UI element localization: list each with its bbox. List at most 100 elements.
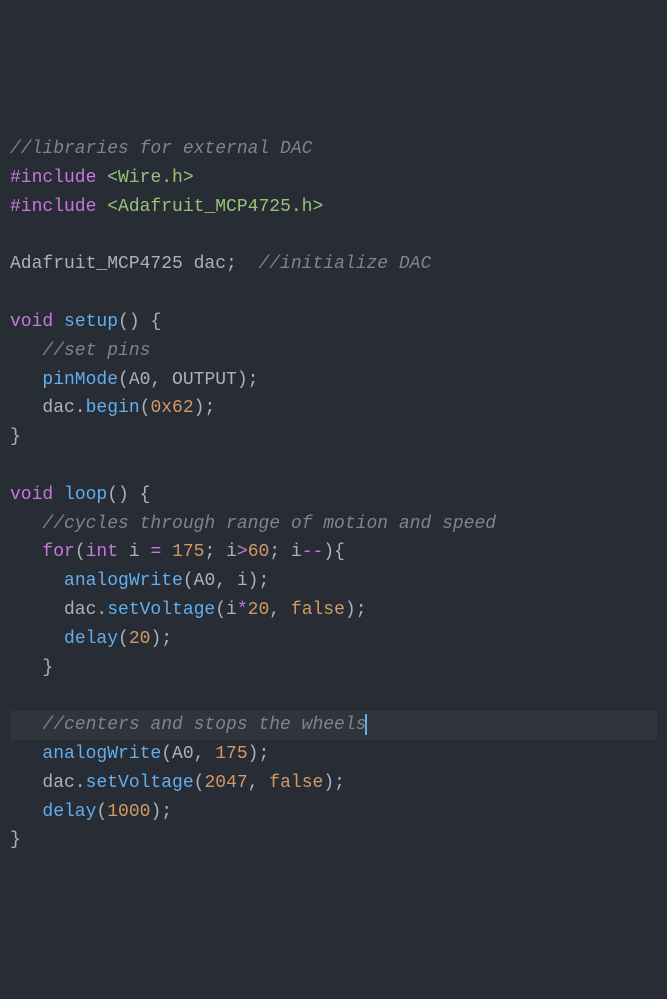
code-token: , (248, 773, 270, 793)
code-token: 0x62 (150, 398, 193, 418)
code-token: 20 (129, 629, 151, 649)
code-token: (A0, OUTPUT); (118, 370, 258, 390)
code-token: () { (107, 485, 150, 505)
code-token: ; i (269, 542, 301, 562)
code-token: for (42, 542, 74, 562)
code-token (10, 802, 42, 822)
code-token (53, 485, 64, 505)
text-cursor (365, 714, 367, 736)
code-line[interactable]: dac.begin(0x62); (10, 394, 657, 423)
code-token: //set pins (42, 341, 150, 361)
code-token: loop (64, 485, 107, 505)
code-token: //libraries for external DAC (10, 139, 312, 159)
code-line[interactable]: //libraries for external DAC (10, 135, 657, 164)
code-line[interactable]: void setup() { (10, 308, 657, 337)
code-token (10, 571, 64, 591)
code-line[interactable]: Adafruit_MCP4725 dac; //initialize DAC (10, 250, 657, 279)
code-token: delay (42, 802, 96, 822)
code-token: <Wire.h> (107, 168, 193, 188)
code-line[interactable]: //centers and stops the wheels (10, 711, 657, 740)
code-line[interactable]: //set pins (10, 337, 657, 366)
code-token: } (10, 427, 21, 447)
code-token: (A0, (161, 744, 215, 764)
code-line[interactable]: #include <Wire.h> (10, 164, 657, 193)
code-token: 175 (172, 542, 204, 562)
code-token: 2047 (204, 773, 247, 793)
code-token (53, 312, 64, 332)
code-token: false (269, 773, 323, 793)
code-token: <Adafruit_MCP4725.h> (107, 197, 323, 217)
code-token: dac. (10, 398, 86, 418)
code-editor[interactable]: //libraries for external DAC #include <Wi… (10, 135, 657, 855)
code-token: delay (64, 629, 118, 649)
code-token: ( (118, 629, 129, 649)
code-token (96, 197, 107, 217)
code-token: setVoltage (86, 773, 194, 793)
code-line[interactable]: } (10, 654, 657, 683)
code-token: setup (64, 312, 118, 332)
code-token: 175 (215, 744, 247, 764)
code-token (10, 629, 64, 649)
code-token: false (291, 600, 345, 620)
code-line[interactable] (10, 452, 657, 481)
code-line[interactable]: dac.setVoltage(2047, false); (10, 769, 657, 798)
code-token: i (118, 542, 150, 562)
code-line[interactable]: void loop() { (10, 481, 657, 510)
code-token: } (10, 830, 21, 850)
code-line[interactable]: } (10, 423, 657, 452)
code-token: 60 (248, 542, 270, 562)
code-token: ); (150, 802, 172, 822)
code-token: > (237, 542, 248, 562)
code-token: analogWrite (64, 571, 183, 591)
code-token: , (269, 600, 291, 620)
code-token: void (10, 485, 53, 505)
code-token: setVoltage (107, 600, 215, 620)
code-line[interactable]: //cycles through range of motion and spe… (10, 510, 657, 539)
code-token: dac. (10, 773, 86, 793)
code-token: dac. (10, 600, 107, 620)
code-token (96, 168, 107, 188)
code-line[interactable]: analogWrite(A0, i); (10, 567, 657, 596)
code-token: ( (96, 802, 107, 822)
code-token: int (86, 542, 118, 562)
code-token: } (10, 658, 53, 678)
code-line[interactable]: } (10, 826, 657, 855)
code-token: ); (323, 773, 345, 793)
code-line[interactable]: delay(20); (10, 625, 657, 654)
code-token: begin (86, 398, 140, 418)
code-token: Adafruit_MCP4725 dac (10, 254, 226, 274)
code-line[interactable]: for(int i = 175; i>60; i--){ (10, 538, 657, 567)
code-line[interactable]: analogWrite(A0, 175); (10, 740, 657, 769)
code-token (10, 341, 42, 361)
code-token: void (10, 312, 53, 332)
code-token: (i (215, 600, 237, 620)
code-token: ( (194, 773, 205, 793)
code-token: #include (10, 168, 96, 188)
code-line[interactable]: pinMode(A0, OUTPUT); (10, 366, 657, 395)
code-token: * (237, 600, 248, 620)
code-token (10, 370, 42, 390)
code-token: ); (248, 744, 270, 764)
code-token (10, 744, 42, 764)
code-line[interactable]: #include <Adafruit_MCP4725.h> (10, 193, 657, 222)
code-token: ; (226, 254, 258, 274)
code-token: 1000 (107, 802, 150, 822)
code-line[interactable] (10, 222, 657, 251)
code-token (10, 514, 42, 534)
code-token: () { (118, 312, 161, 332)
code-line[interactable] (10, 279, 657, 308)
code-token: -- (302, 542, 324, 562)
code-token: ); (194, 398, 216, 418)
code-token: #include (10, 197, 96, 217)
code-token: 20 (248, 600, 270, 620)
code-token (10, 542, 42, 562)
code-token: pinMode (42, 370, 118, 390)
code-token: ){ (323, 542, 345, 562)
code-line[interactable]: delay(1000); (10, 798, 657, 827)
code-line[interactable] (10, 682, 657, 711)
code-token (161, 542, 172, 562)
code-token (10, 715, 42, 735)
code-token: = (150, 542, 161, 562)
code-token: ( (140, 398, 151, 418)
code-line[interactable]: dac.setVoltage(i*20, false); (10, 596, 657, 625)
